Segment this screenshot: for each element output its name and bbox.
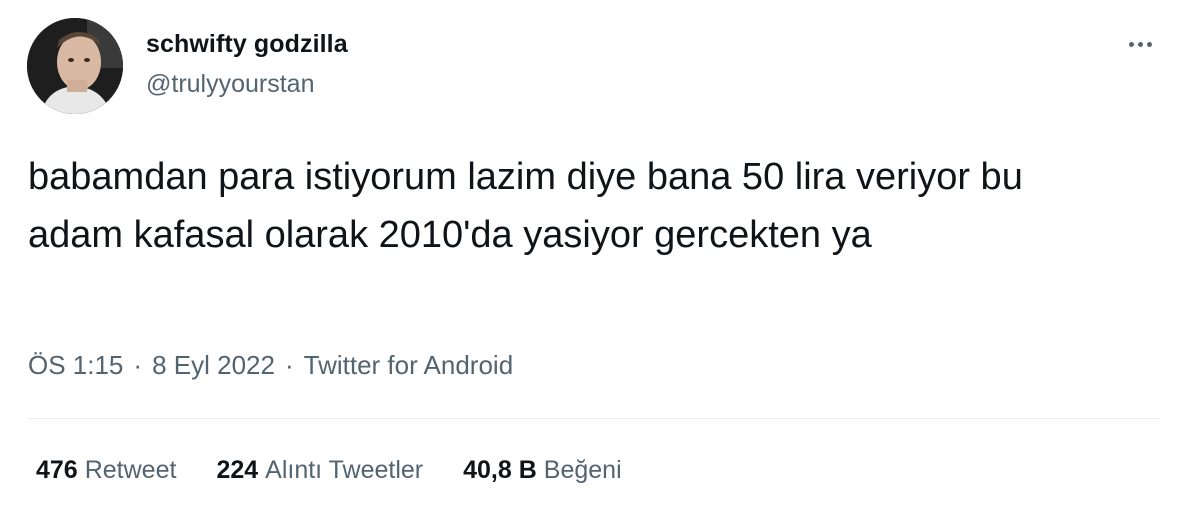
retweets-label: Retweet — [84, 456, 177, 484]
avatar-image — [27, 18, 123, 114]
retweets-count: 476 — [36, 456, 78, 484]
tweet-stats: 476 Retweet 224 Alıntı Tweetler 40,8 B B… — [36, 456, 662, 485]
tweet-source-link[interactable]: Twitter for Android — [304, 350, 514, 381]
quotes-stat[interactable]: 224 Alıntı Tweetler — [216, 456, 423, 485]
more-horizontal-icon-dot — [1137, 41, 1143, 47]
quotes-label: Alıntı Tweetler — [265, 456, 424, 484]
likes-label: Beğeni — [543, 456, 622, 484]
user-handle[interactable]: @trulyyourstan — [146, 70, 315, 99]
tweet-card: schwifty godzilla @trulyyourstan babamda… — [0, 0, 1190, 516]
quotes-count: 224 — [216, 456, 259, 484]
more-horizontal-icon — [1128, 41, 1134, 47]
meta-separator: · — [284, 350, 294, 380]
retweets-stat[interactable]: 476 Retweet — [36, 456, 176, 485]
tweet-text: babamdan para istiyorum lazim diye bana … — [28, 156, 1023, 256]
meta-separator: · — [133, 350, 143, 380]
divider — [28, 418, 1160, 419]
tweet-date[interactable]: 8 Eyl 2022 — [152, 350, 275, 381]
likes-count: 40,8 B — [463, 456, 537, 484]
avatar[interactable] — [27, 18, 123, 114]
likes-stat[interactable]: 40,8 B Beğeni — [463, 456, 622, 485]
tweet-meta: ÖS 1:15 · 8 Eyl 2022 · Twitter for Andro… — [28, 350, 513, 381]
tweet-time[interactable]: ÖS 1:15 — [28, 350, 123, 381]
display-name[interactable]: schwifty godzilla — [146, 30, 348, 59]
more-options-button[interactable] — [1120, 30, 1160, 58]
more-horizontal-icon-dot — [1146, 41, 1152, 47]
